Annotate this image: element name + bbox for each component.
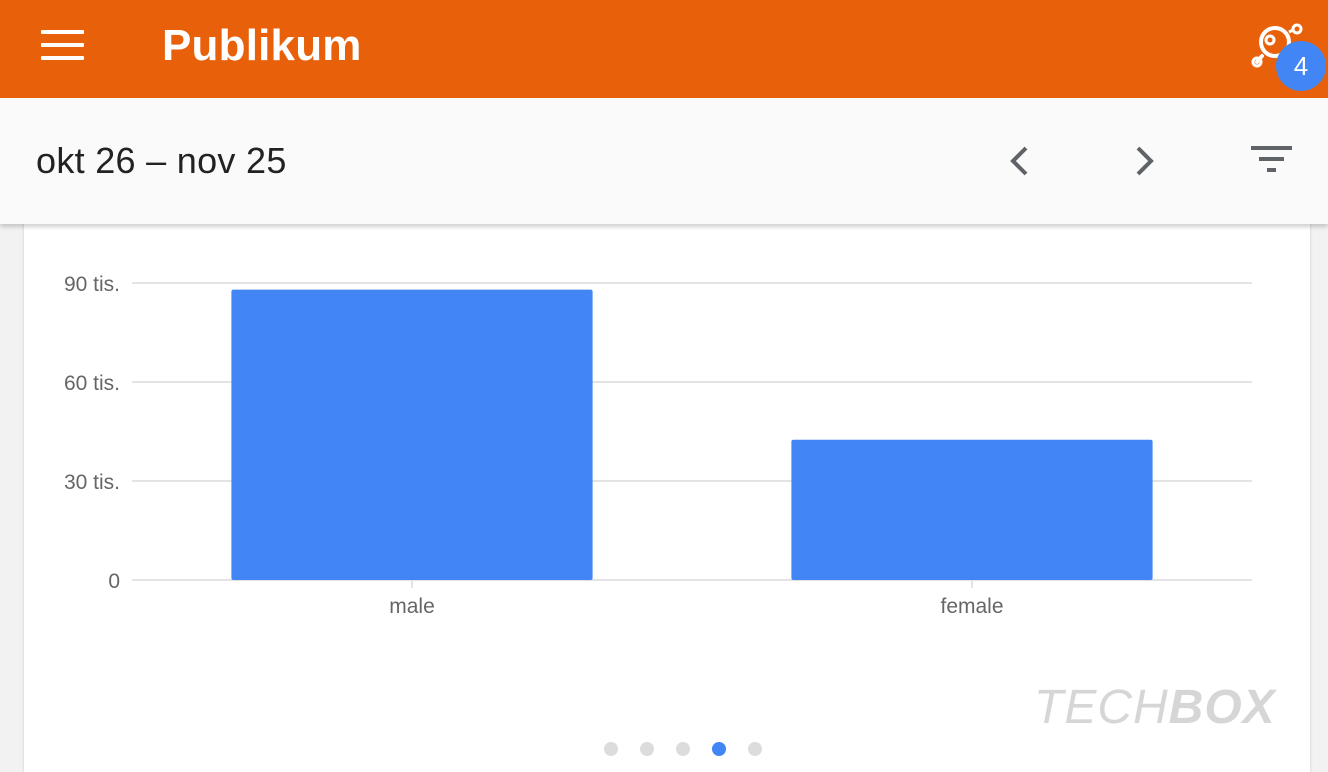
audience-card: 0 30 tis. 60 tis. 90 tis. male female TECHBOX (24, 212, 1310, 772)
watermark-part-2: BOX (1168, 681, 1276, 734)
date-range-label: okt 26 – nov 25 (36, 140, 287, 181)
page-dot[interactable] (712, 742, 726, 756)
y-tick-label: 60 tis. (64, 372, 120, 395)
filter-button[interactable] (1244, 134, 1298, 188)
chevron-right-icon (1136, 146, 1154, 176)
page-dot[interactable] (640, 742, 654, 756)
page-title: Publikum (162, 21, 362, 70)
gender-bar-chart: 0 30 tis. 60 tis. 90 tis. male female (64, 273, 1252, 618)
bar-male (231, 289, 593, 580)
chevron-left-icon (1010, 146, 1028, 176)
y-tick-label: 90 tis. (64, 273, 120, 296)
page-dot[interactable] (676, 742, 690, 756)
menu-button[interactable] (28, 16, 96, 72)
bar-female (791, 439, 1153, 580)
y-tick-label: 30 tis. (64, 471, 120, 494)
filter-icon (1251, 146, 1292, 172)
previous-period-button[interactable] (992, 134, 1046, 188)
watermark: TECHBOX (1034, 680, 1276, 735)
page-dot[interactable] (748, 742, 762, 756)
watermark-part-1: TECH (1034, 681, 1169, 734)
notification-badge: 4 (1276, 41, 1326, 91)
app-bar: Publikum 4 (0, 0, 1328, 98)
date-range-bar: okt 26 – nov 25 (0, 98, 1328, 224)
x-tick-label: male (389, 595, 435, 618)
next-period-button[interactable] (1118, 134, 1172, 188)
y-tick-label: 0 (108, 570, 120, 593)
x-tick-label: female (940, 595, 1003, 618)
page-dot[interactable] (604, 742, 618, 756)
